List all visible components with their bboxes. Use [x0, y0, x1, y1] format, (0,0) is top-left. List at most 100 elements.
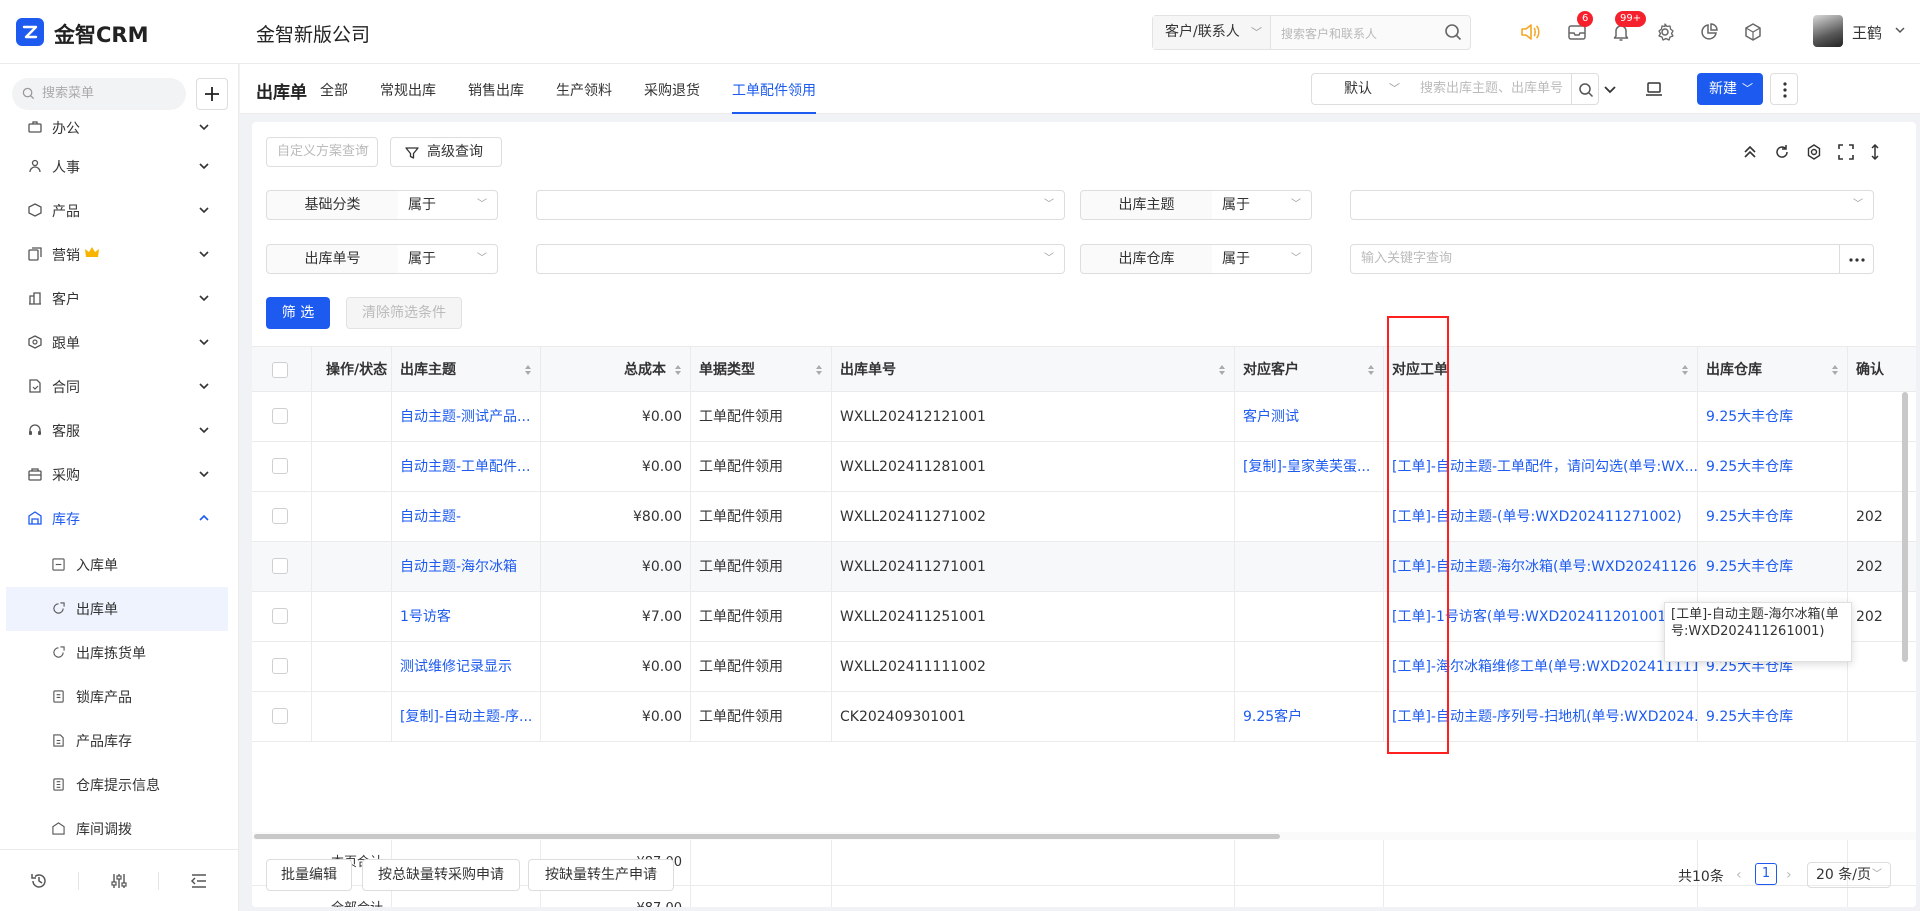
cell-subject[interactable]: [复制]-自动主题-序... [392, 692, 541, 742]
advanced-query-button[interactable]: 高级查询 [390, 137, 502, 167]
cell-subject[interactable]: 自动主题- [392, 492, 541, 542]
column-header[interactable]: 单据类型 [691, 347, 832, 393]
tab-workorder-parts[interactable]: 工单配件领用 [732, 80, 816, 114]
cell-customer[interactable]: 客户测试 [1235, 392, 1384, 442]
row-checkbox[interactable] [272, 558, 288, 574]
vertical-scrollbar[interactable] [1902, 392, 1908, 662]
username[interactable]: 王鹤 [1852, 22, 1882, 43]
cell-workorder[interactable]: [工单]-自动主题-(单号:WXD202411271002) [1384, 492, 1698, 542]
sidebar-subitem-transfer[interactable]: 库间调拨 [6, 807, 228, 851]
cell-warehouse[interactable]: 9.25大丰仓库 [1698, 692, 1848, 742]
table-row[interactable]: 自动主题- ¥80.00 工单配件领用 WXLL202411271002 [工单]-自动… [252, 492, 1916, 542]
cell-customer[interactable] [1235, 492, 1384, 542]
row-checkbox[interactable] [272, 608, 288, 624]
column-header[interactable]: 出库主题 [392, 347, 541, 393]
print-icon[interactable] [1645, 80, 1663, 98]
filter-op-docno[interactable]: 属于 ﹀ [398, 244, 498, 274]
settings-icon[interactable] [1806, 144, 1822, 160]
search-icon[interactable] [1444, 23, 1462, 41]
cell-workorder[interactable]: [工单]-自动主题-海尔冰箱(单号:WXD20241126... [1384, 542, 1698, 592]
sidebar-item-marketing[interactable]: 营销 [0, 233, 238, 277]
chevron-right-icon[interactable]: › [1786, 867, 1792, 883]
cell-workorder[interactable]: [工单]-1号访客(单号:WXD202411201001) [1384, 592, 1698, 642]
row-checkbox[interactable] [272, 408, 288, 424]
cell-warehouse[interactable]: 9.25大丰仓库 [1698, 492, 1848, 542]
row-checkbox[interactable] [272, 458, 288, 474]
column-header[interactable]: 出库仓库 [1698, 347, 1848, 393]
sidebar-subitem-locked[interactable]: 锁库产品 [6, 675, 228, 719]
table-row[interactable]: [复制]-自动主题-序... ¥0.00 工单配件领用 CK202409301001 9… [252, 692, 1916, 742]
sidebar-subitem-warehouse-tips[interactable]: 仓库提示信息 [6, 763, 228, 807]
cell-customer[interactable] [1235, 542, 1384, 592]
avatar[interactable] [1813, 15, 1843, 47]
filter-value-warehouse[interactable]: 输入关键字查询 [1350, 244, 1840, 274]
chevron-left-icon[interactable]: ‹ [1736, 867, 1742, 883]
filter-op-category[interactable]: 属于 ﹀ [398, 190, 498, 220]
page-size-select[interactable]: 20 条/页 ﹀ [1807, 862, 1891, 888]
view-select[interactable]: 默认 ﹀ [1311, 73, 1411, 105]
cell-subject[interactable]: 自动主题-测试产品... [392, 392, 541, 442]
cell-workorder[interactable]: [工单]-自动主题-工单配件，请问勾选(单号:WX... [1384, 442, 1698, 492]
select-all-checkbox[interactable] [272, 362, 288, 378]
cell-customer[interactable] [1235, 592, 1384, 642]
sidebar-item-purchase[interactable]: 采购 [0, 453, 238, 497]
cell-customer[interactable]: 9.25客户 [1235, 692, 1384, 742]
cell-warehouse[interactable]: 9.25大丰仓库 [1698, 442, 1848, 492]
cell-customer[interactable] [1235, 642, 1384, 692]
chevron-down-icon[interactable] [1894, 24, 1906, 36]
tab-production[interactable]: 生产领料 [556, 80, 612, 114]
search-button[interactable] [1571, 73, 1599, 105]
filter-value-category[interactable]: ﹀ [536, 190, 1065, 220]
chevron-down-icon[interactable] [1602, 81, 1618, 97]
cell-workorder[interactable]: [工单]-自动主题-序列号-扫地机(单号:WXD2024... [1384, 692, 1698, 742]
sidebar-item-customer[interactable]: 客户 [0, 277, 238, 321]
column-header[interactable]: 对应工单 [1384, 347, 1698, 393]
row-checkbox[interactable] [272, 508, 288, 524]
filter-value-subject[interactable]: ﹀ [1350, 190, 1874, 220]
pie-chart-icon[interactable] [1697, 20, 1721, 44]
cell-subject[interactable]: 测试维修记录显示 [392, 642, 541, 692]
fullscreen-icon[interactable] [1838, 144, 1854, 160]
tab-purchase-return[interactable]: 采购退货 [644, 80, 700, 114]
sidebar-item-office[interactable]: 办公 [0, 106, 238, 150]
refresh-icon[interactable] [1774, 144, 1790, 160]
filter-op-warehouse[interactable]: 属于 ﹀ [1212, 244, 1312, 274]
collapse-menu-icon[interactable] [190, 872, 208, 890]
cell-warehouse[interactable]: 9.25大丰仓库 [1698, 542, 1848, 592]
company-name[interactable]: 金智新版公司 [256, 20, 370, 47]
sidebar-subitem-stock[interactable]: 产品库存 [6, 719, 228, 763]
table-row[interactable]: 自动主题-测试产品... ¥0.00 工单配件领用 WXLL202412121001 客… [252, 392, 1916, 442]
tab-regular[interactable]: 常规出库 [380, 80, 436, 114]
cell-subject[interactable]: 自动主题-海尔冰箱 [392, 542, 541, 592]
more-button[interactable] [1839, 244, 1874, 274]
cell-workorder[interactable]: [工单]-海尔冰箱维修工单(单号:WXD202411111... [1384, 642, 1698, 692]
cell-warehouse[interactable]: 9.25大丰仓库 [1698, 392, 1848, 442]
tab-all[interactable]: 全部 [320, 80, 348, 114]
sidebar-item-hr[interactable]: 人事 [0, 145, 238, 189]
to-purchase-request-button[interactable]: 按总缺量转采购申请 [362, 859, 520, 891]
row-checkbox[interactable] [272, 658, 288, 674]
filter-op-subject[interactable]: 属于 ﹀ [1212, 190, 1312, 220]
row-checkbox[interactable] [272, 708, 288, 724]
sidebar-item-service[interactable]: 客服 [0, 409, 238, 453]
table-row[interactable]: 自动主题-海尔冰箱 ¥0.00 工单配件领用 WXLL202411271001 [工单]… [252, 542, 1916, 592]
mail-icon[interactable]: 6 [1565, 11, 1594, 44]
search-type-select[interactable]: 客户/联系人 ﹀ [1153, 16, 1271, 49]
horizontal-scrollbar[interactable] [252, 832, 1916, 840]
cell-subject[interactable]: 自动主题-工单配件... [392, 442, 541, 492]
logo-icon[interactable] [16, 18, 44, 46]
table-row[interactable]: 自动主题-工单配件... ¥0.00 工单配件领用 WXLL202411281001[… [252, 442, 1916, 492]
more-button[interactable] [1770, 73, 1798, 105]
to-production-request-button[interactable]: 按缺量转生产申请 [528, 859, 674, 891]
filter-button[interactable]: 筛 选 [266, 297, 330, 329]
speaker-icon[interactable] [1518, 20, 1542, 44]
bell-icon[interactable]: 99+ [1609, 11, 1647, 44]
sidebar-item-product[interactable]: 产品 [0, 189, 238, 233]
column-header[interactable]: 总成本 [541, 347, 691, 393]
cell-subject[interactable]: 1号访客 [392, 592, 541, 642]
column-header[interactable]: 对应客户 [1235, 347, 1384, 393]
sidebar-item-inventory[interactable]: 库存 [0, 497, 238, 541]
cell-workorder[interactable] [1384, 392, 1698, 442]
new-button[interactable]: 新建 ﹀ [1697, 73, 1763, 105]
filter-value-docno[interactable]: ﹀ [536, 244, 1065, 274]
